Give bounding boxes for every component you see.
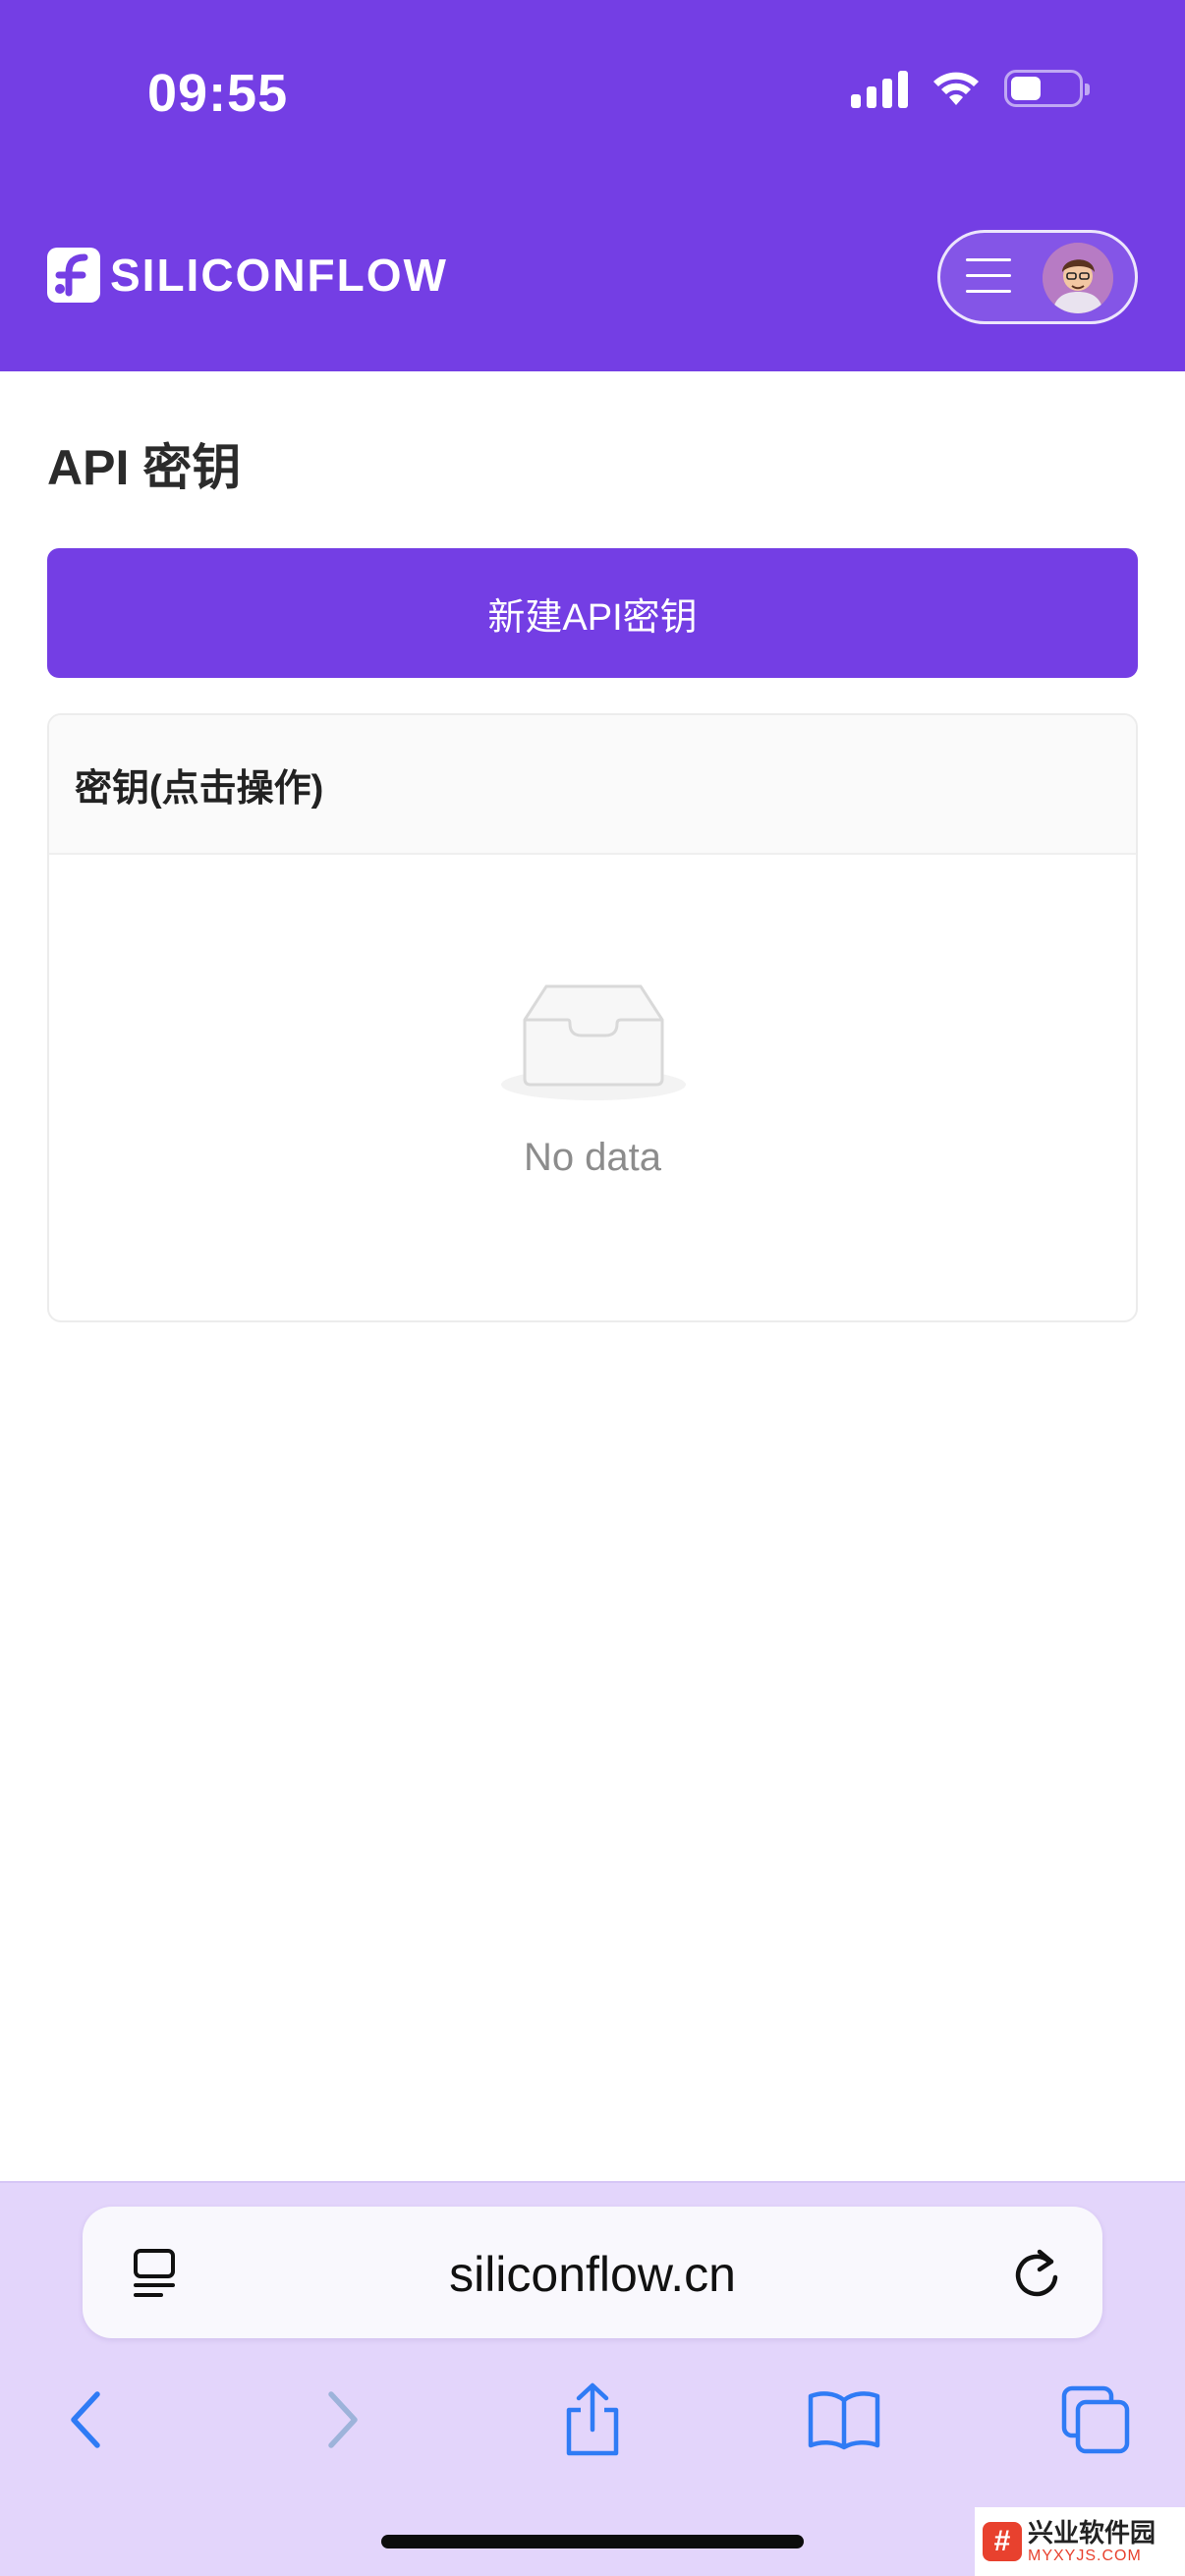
forward-button[interactable]: [299, 2376, 387, 2464]
tabs-icon: [1061, 2385, 1130, 2454]
page-title: API 密钥: [47, 440, 242, 495]
watermark: # 兴业软件园 MYXYJS.COM: [975, 2507, 1185, 2576]
empty-state-text: No data: [523, 1136, 662, 1179]
forward-icon: [328, 2391, 358, 2448]
empty-inbox-icon: [501, 984, 686, 1100]
watermark-name: 兴业软件园: [1028, 2518, 1157, 2548]
wifi-icon: [933, 72, 979, 105]
share-icon: [566, 2382, 619, 2456]
bookmarks-icon: [808, 2391, 880, 2450]
watermark-domain: MYXYJS.COM: [1028, 2548, 1142, 2564]
app-header: 09:55 SILICONFLOW: [0, 0, 1185, 371]
battery-icon: [1004, 70, 1090, 107]
url-text: siliconflow.cn: [449, 2247, 736, 2302]
siliconflow-logo[interactable]: SILICONFLOW: [47, 248, 448, 303]
new-api-key-button[interactable]: 新建API密钥: [47, 548, 1138, 678]
hamburger-menu-icon: [966, 258, 1011, 298]
user-menu-button[interactable]: [937, 230, 1138, 324]
back-icon: [71, 2391, 100, 2448]
siliconflow-logo-icon: [47, 248, 100, 303]
watermark-logo: #: [983, 2522, 1022, 2561]
back-button[interactable]: [41, 2376, 130, 2464]
api-keys-table: 密钥(点击操作) No data: [47, 713, 1138, 1322]
status-time: 09:55: [147, 64, 289, 123]
address-bar[interactable]: siliconflow.cn: [83, 2207, 1102, 2338]
tabs-button[interactable]: [1051, 2376, 1140, 2464]
cellular-signal-icon: [851, 69, 908, 108]
status-icons: [851, 69, 1090, 108]
share-button[interactable]: [548, 2376, 637, 2464]
bookmarks-button[interactable]: [800, 2376, 888, 2464]
brand-name: SILICONFLOW: [110, 250, 448, 301]
home-indicator: [381, 2535, 804, 2548]
reload-icon[interactable]: [1010, 2246, 1063, 2301]
avatar: [1043, 243, 1113, 313]
table-header-key: 密钥(点击操作): [49, 715, 1136, 855]
empty-state: No data: [49, 855, 1136, 1320]
browser-toolbar: [0, 2376, 1185, 2484]
